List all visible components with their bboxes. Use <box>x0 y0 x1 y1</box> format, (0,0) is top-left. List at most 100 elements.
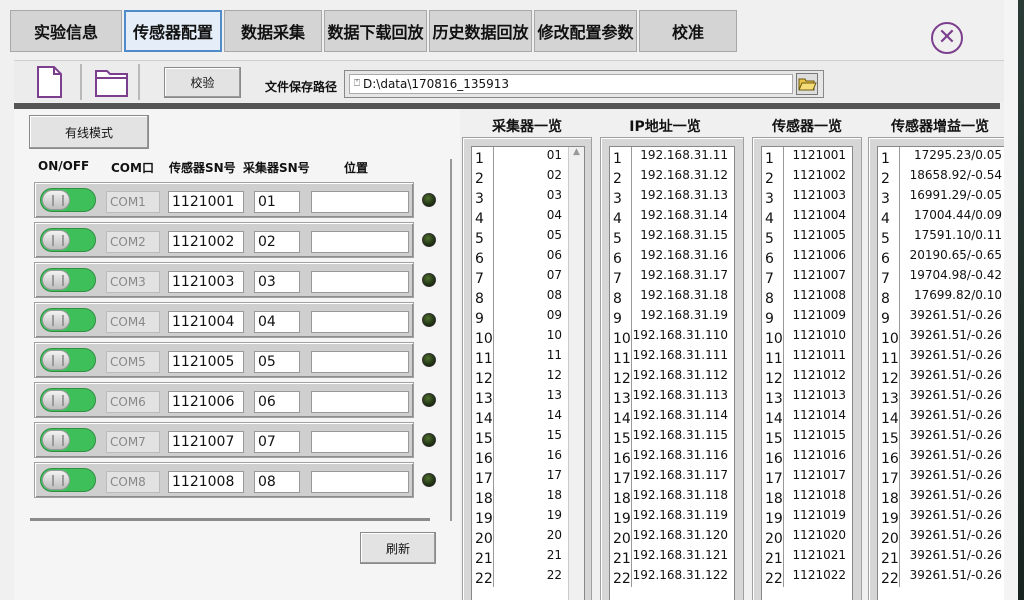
sensor-sn-input[interactable]: 1121005 <box>168 351 244 373</box>
list-item[interactable]: 1 1121001 <box>762 147 852 167</box>
close-circle-icon[interactable]: ✕ <box>931 22 963 54</box>
list-item[interactable]: 9 192.168.31.19 <box>610 307 734 327</box>
verify-button[interactable]: 校验 <box>164 67 241 98</box>
on-off-toggle[interactable] <box>40 428 96 452</box>
list-item[interactable]: 3 03 <box>472 187 584 207</box>
list-item[interactable]: 22 1121022 <box>762 567 852 587</box>
list-item[interactable]: 20 39261.51/-0.26 <box>878 527 1004 547</box>
list-item[interactable]: 13 192.168.31.113 <box>610 387 734 407</box>
list-item[interactable]: 15 39261.51/-0.26 <box>878 427 1004 447</box>
list-item[interactable]: 17 1121017 <box>762 467 852 487</box>
refresh-button[interactable]: 刷新 <box>360 532 436 564</box>
sensor-sn-input[interactable]: 1121001 <box>168 191 244 213</box>
list-item[interactable]: 22 39261.51/-0.26 <box>878 567 1004 587</box>
list-item[interactable]: 1 01 <box>472 147 584 167</box>
list-item[interactable]: 14 14 <box>472 407 584 427</box>
list-item[interactable]: 4 192.168.31.14 <box>610 207 734 227</box>
sensor-sn-input[interactable]: 1121006 <box>168 391 244 413</box>
list-item[interactable]: 13 13 <box>472 387 584 407</box>
list-item[interactable]: 13 1121013 <box>762 387 852 407</box>
list-item[interactable]: 11 1121011 <box>762 347 852 367</box>
list-item[interactable]: 2 02 <box>472 167 584 187</box>
list-item[interactable]: 19 1121019 <box>762 507 852 527</box>
list-item[interactable]: 7 1121007 <box>762 267 852 287</box>
list-item[interactable]: 10 1121010 <box>762 327 852 347</box>
collector-sn-input[interactable]: 06 <box>254 391 300 413</box>
list-item[interactable]: 2 1121002 <box>762 167 852 187</box>
list-item[interactable]: 21 39261.51/-0.26 <box>878 547 1004 567</box>
list-item[interactable]: 11 11 <box>472 347 584 367</box>
list-item[interactable]: 18 192.168.31.118 <box>610 487 734 507</box>
gain-list[interactable]: 1 17295.23/0.05 2 18658.92/-0.54 3 16991.29/-… <box>868 137 1004 600</box>
list-item[interactable]: 16 1121016 <box>762 447 852 467</box>
location-input[interactable] <box>311 231 409 253</box>
list-item[interactable]: 10 192.168.31.110 <box>610 327 734 347</box>
sensor-sn-input[interactable]: 1121002 <box>168 231 244 253</box>
list-item[interactable]: 6 06 <box>472 247 584 267</box>
list-item[interactable]: 18 1121018 <box>762 487 852 507</box>
on-off-toggle[interactable] <box>40 268 96 292</box>
list-item[interactable]: 16 16 <box>472 447 584 467</box>
list-item[interactable]: 3 192.168.31.13 <box>610 187 734 207</box>
list-item[interactable]: 5 192.168.31.15 <box>610 227 734 247</box>
list-item[interactable]: 18 18 <box>472 487 584 507</box>
list-item[interactable]: 17 17 <box>472 467 584 487</box>
location-input[interactable] <box>311 431 409 453</box>
tab-calibration[interactable]: 校准 <box>639 10 737 52</box>
list-item[interactable]: 6 20190.65/-0.65 <box>878 247 1004 267</box>
on-off-toggle[interactable] <box>40 228 96 252</box>
list-item[interactable]: 5 1121005 <box>762 227 852 247</box>
collector-sn-input[interactable]: 07 <box>254 431 300 453</box>
list-item[interactable]: 12 192.168.31.112 <box>610 367 734 387</box>
wired-mode-button[interactable]: 有线模式 <box>29 115 149 149</box>
list-item[interactable]: 16 192.168.31.116 <box>610 447 734 467</box>
list-item[interactable]: 7 07 <box>472 267 584 287</box>
on-off-toggle[interactable] <box>40 308 96 332</box>
new-file-icon[interactable] <box>32 65 66 99</box>
location-input[interactable] <box>311 271 409 293</box>
list-item[interactable]: 16 39261.51/-0.26 <box>878 447 1004 467</box>
list-item[interactable]: 9 09 <box>472 307 584 327</box>
location-input[interactable] <box>311 311 409 333</box>
location-input[interactable] <box>311 191 409 213</box>
list-item[interactable]: 2 18658.92/-0.54 <box>878 167 1004 187</box>
list-item[interactable]: 2 192.168.31.12 <box>610 167 734 187</box>
location-input[interactable] <box>311 391 409 413</box>
list-item[interactable]: 18 39261.51/-0.26 <box>878 487 1004 507</box>
list-item[interactable]: 7 192.168.31.17 <box>610 267 734 287</box>
on-off-toggle[interactable] <box>40 188 96 212</box>
list-item[interactable]: 7 19704.98/-0.42 <box>878 267 1004 287</box>
list-item[interactable]: 15 15 <box>472 427 584 447</box>
list-item[interactable]: 19 192.168.31.119 <box>610 507 734 527</box>
tab-data-download-playback[interactable]: 数据下载回放 <box>324 10 427 52</box>
list-item[interactable]: 20 192.168.31.120 <box>610 527 734 547</box>
list-item[interactable]: 10 10 <box>472 327 584 347</box>
sensor-sn-input[interactable]: 1121003 <box>168 271 244 293</box>
list-item[interactable]: 4 17004.44/0.09 <box>878 207 1004 227</box>
list-item[interactable]: 21 192.168.31.121 <box>610 547 734 567</box>
tab-modify-config[interactable]: 修改配置参数 <box>534 10 637 52</box>
location-input[interactable] <box>311 471 409 493</box>
sensor-list[interactable]: 1 1121001 2 1121002 3 1121003 4 1121004 5 1121005… <box>752 137 862 600</box>
collector-sn-input[interactable]: 01 <box>254 191 300 213</box>
list-item[interactable]: 11 192.168.31.111 <box>610 347 734 367</box>
on-off-toggle[interactable] <box>40 388 96 412</box>
collector-sn-input[interactable]: 08 <box>254 471 300 493</box>
collector-sn-input[interactable]: 05 <box>254 351 300 373</box>
collector-sn-input[interactable]: 02 <box>254 231 300 253</box>
ip-list[interactable]: 1 192.168.31.11 2 192.168.31.12 3 192.168.31.… <box>600 137 744 600</box>
sensor-sn-input[interactable]: 1121008 <box>168 471 244 493</box>
list-item[interactable]: 13 39261.51/-0.26 <box>878 387 1004 407</box>
list-item[interactable]: 14 192.168.31.114 <box>610 407 734 427</box>
list-item[interactable]: 8 1121008 <box>762 287 852 307</box>
list-item[interactable]: 20 20 <box>472 527 584 547</box>
tab-experiment-info[interactable]: 实验信息 <box>10 10 122 52</box>
list-item[interactable]: 21 21 <box>472 547 584 567</box>
list-item[interactable]: 1 192.168.31.11 <box>610 147 734 167</box>
list-item[interactable]: 22 22 <box>472 567 584 587</box>
list-item[interactable]: 10 39261.51/-0.26 <box>878 327 1004 347</box>
list-item[interactable]: 17 192.168.31.117 <box>610 467 734 487</box>
list-item[interactable]: 8 08 <box>472 287 584 307</box>
browse-folder-button[interactable] <box>796 73 818 95</box>
list-item[interactable]: 4 1121004 <box>762 207 852 227</box>
